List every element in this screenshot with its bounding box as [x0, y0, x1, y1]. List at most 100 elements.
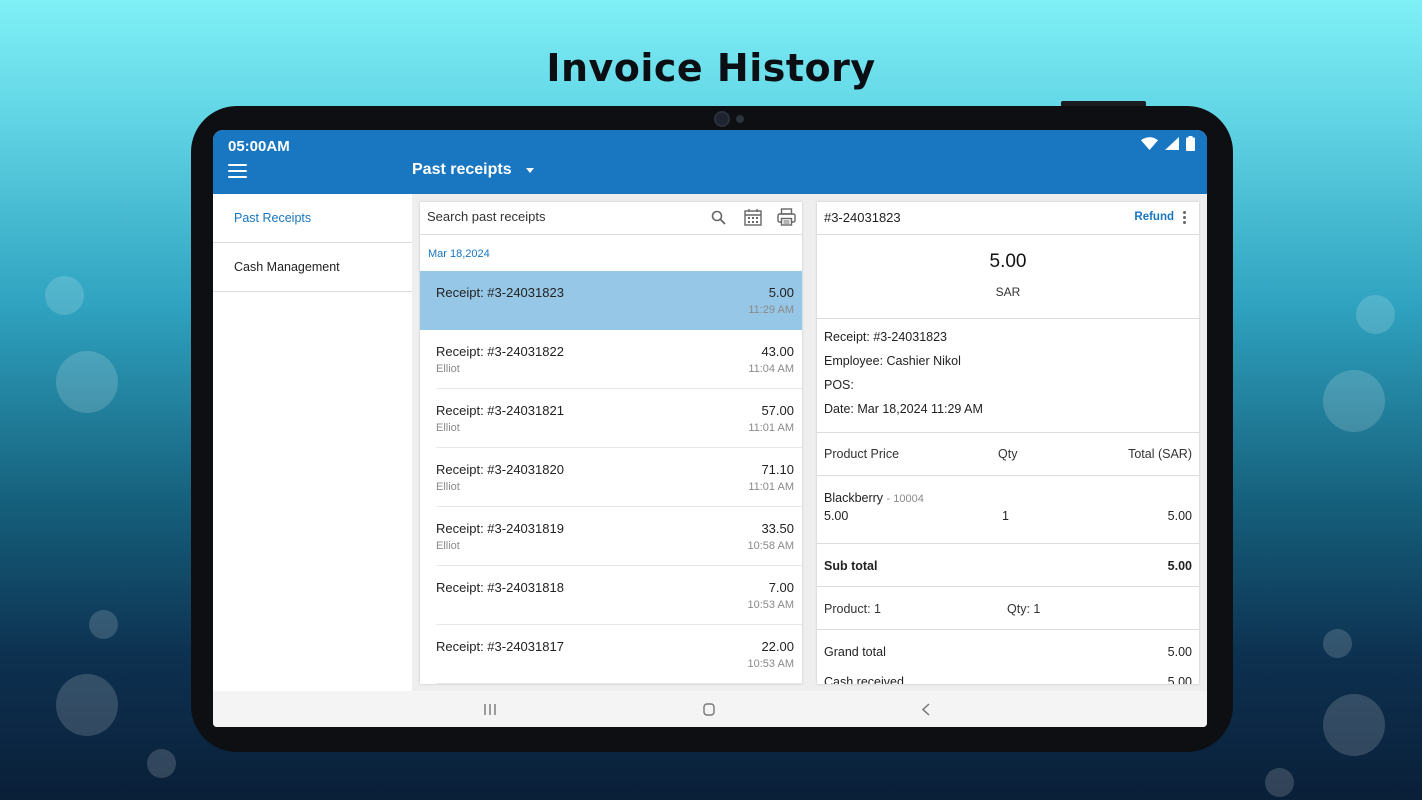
- receipt-title: Receipt: #3-24031822: [436, 344, 564, 359]
- receipt-title: Receipt: #3-24031823: [436, 285, 564, 300]
- receipt-row[interactable]: Receipt: #3-24031822 Elliot 43.00 11:04 …: [436, 330, 802, 389]
- receipt-time: 10:58 AM: [747, 540, 794, 552]
- receipt-info: Receipt: #3-24031823 Employee: Cashier N…: [817, 319, 1199, 433]
- status-clock: 05:00AM: [228, 138, 290, 155]
- info-pos: POS:: [824, 378, 854, 392]
- receipt-amount: 33.50: [761, 521, 794, 536]
- receipt-amount: 57.00: [761, 403, 794, 418]
- info-date: Date: Mar 18,2024 11:29 AM: [824, 402, 983, 416]
- receipt-title: Receipt: #3-24031819: [436, 521, 564, 536]
- receipt-employee: Elliot: [436, 422, 460, 434]
- receipt-time: 10:53 AM: [747, 658, 794, 670]
- detail-amount: 5.00: [989, 251, 1027, 272]
- wifi-icon: [1141, 137, 1158, 150]
- app-bar: 05:00AM Past receipts: [213, 130, 1207, 194]
- subtotal-label: Sub total: [824, 559, 878, 573]
- product-name-line: Blackberry - 10004: [824, 491, 924, 505]
- detail-currency: SAR: [995, 285, 1021, 299]
- sidebar-item-cash-management[interactable]: Cash Management: [213, 243, 412, 292]
- receipt-detail-panel: #3-24031823 Refund 5.00 SAR Receipt: #3-…: [817, 202, 1199, 684]
- calendar-icon[interactable]: [744, 208, 762, 226]
- product-table-header: Product Price Qty Total (SAR): [817, 433, 1199, 476]
- col-qty: Qty: [998, 447, 1018, 461]
- signal-icon: [1165, 137, 1179, 150]
- receipt-title: Receipt: #3-24031820: [436, 462, 564, 477]
- battery-icon: [1186, 136, 1195, 151]
- sensor-dot: [736, 115, 744, 123]
- system-nav-bar: [213, 691, 1207, 727]
- date-group-header: Mar 18,2024: [428, 248, 490, 260]
- receipt-amount: 7.00: [768, 580, 794, 595]
- col-product-price: Product Price: [824, 447, 900, 461]
- receipt-amount: 5.00: [768, 285, 794, 300]
- receipt-row[interactable]: Receipt: #3-24031823 5.00 11:29 AM: [420, 271, 802, 330]
- search-icon[interactable]: [711, 210, 726, 225]
- grand-total-value: 5.00: [1167, 645, 1192, 659]
- printer-icon[interactable]: [777, 208, 796, 226]
- receipt-time: 11:01 AM: [748, 422, 794, 434]
- product-count: Product: 1: [824, 602, 881, 616]
- decorative-bubble: [89, 610, 118, 639]
- recent-apps-icon[interactable]: [484, 704, 496, 715]
- search-bar: [420, 202, 802, 235]
- info-receipt: Receipt: #3-24031823: [824, 330, 948, 344]
- decorative-bubble: [1323, 629, 1352, 658]
- receipt-time: 11:29 AM: [748, 304, 794, 316]
- grand-total-row: Grand total 5.00: [817, 630, 1199, 660]
- receipt-employee: Elliot: [436, 540, 460, 552]
- receipt-employee: Elliot: [436, 481, 460, 493]
- subtotal-row: Sub total 5.00: [817, 544, 1199, 587]
- receipt-title: Receipt: #3-24031818: [436, 580, 564, 595]
- receipt-time: 11:01 AM: [748, 481, 794, 493]
- sidebar-item-past-receipts[interactable]: Past Receipts: [213, 194, 412, 243]
- receipt-row[interactable]: Receipt: #3-24031819 Elliot 33.50 10:58 …: [436, 507, 802, 566]
- product-code: - 10004: [886, 493, 924, 505]
- receipt-title: Receipt: #3-24031817: [436, 639, 564, 654]
- decorative-bubble: [56, 674, 118, 736]
- qty-count: Qty: 1: [1007, 602, 1041, 616]
- decorative-bubble: [1323, 370, 1385, 432]
- product-name: Blackberry: [824, 491, 884, 505]
- page-headline: Invoice History: [546, 46, 876, 90]
- product-price: 5.00: [824, 509, 849, 523]
- subtotal-value: 5.00: [1167, 559, 1192, 573]
- receipts-list-panel: Mar 18,2024 Receipt: #3-24031823 5.00 11…: [420, 202, 802, 684]
- info-employee: Employee: Cashier Nikol: [824, 354, 961, 368]
- cash-received-row: Cash received 5.00: [817, 660, 1199, 684]
- product-row: Blackberry - 10004 5.00 1 5.00: [817, 476, 1199, 544]
- cash-received-value: 5.00: [1167, 675, 1192, 684]
- product-qty: 1: [1002, 509, 1009, 523]
- receipt-amount: 22.00: [761, 639, 794, 654]
- col-total: Total (SAR): [1128, 447, 1192, 461]
- receipt-row[interactable]: Receipt: #3-24031821 Elliot 57.00 11:01 …: [436, 389, 802, 448]
- decorative-bubble: [147, 749, 176, 778]
- receipt-row[interactable]: Receipt: #3-24031817 22.00 10:53 AM: [436, 625, 802, 684]
- detail-receipt-number: #3-24031823: [824, 210, 901, 225]
- decorative-bubble: [1323, 694, 1385, 756]
- counts-row: Product: 1 Qty: 1: [817, 587, 1199, 630]
- decorative-bubble: [56, 351, 118, 413]
- hamburger-menu-icon[interactable]: [228, 164, 247, 179]
- decorative-bubble: [45, 276, 84, 315]
- receipt-row[interactable]: Receipt: #3-24031818 7.00 10:53 AM: [436, 566, 802, 625]
- receipt-row[interactable]: Receipt: #3-24031820 Elliot 71.10 11:01 …: [436, 448, 802, 507]
- sidebar: Past Receipts Cash Management: [213, 194, 412, 691]
- screen-title-dropdown[interactable]: Past receipts: [412, 161, 534, 179]
- status-icons: [1141, 136, 1195, 151]
- detail-header: #3-24031823 Refund: [817, 202, 1199, 235]
- product-total: 5.00: [1167, 509, 1192, 523]
- back-icon[interactable]: [922, 703, 930, 716]
- home-icon[interactable]: [703, 703, 715, 716]
- grand-total-label: Grand total: [824, 645, 886, 659]
- more-options-icon[interactable]: [1183, 211, 1187, 226]
- chevron-down-icon: [525, 167, 534, 173]
- receipt-amount: 43.00: [761, 344, 794, 359]
- camera-icon: [714, 111, 730, 127]
- receipt-amount: 71.10: [761, 462, 794, 477]
- receipt-time: 11:04 AM: [748, 363, 794, 375]
- search-input[interactable]: [427, 209, 687, 224]
- screen-title: Past receipts: [412, 161, 512, 178]
- receipt-employee: Elliot: [436, 363, 460, 375]
- refund-button[interactable]: Refund: [1134, 211, 1174, 223]
- receipt-title: Receipt: #3-24031821: [436, 403, 564, 418]
